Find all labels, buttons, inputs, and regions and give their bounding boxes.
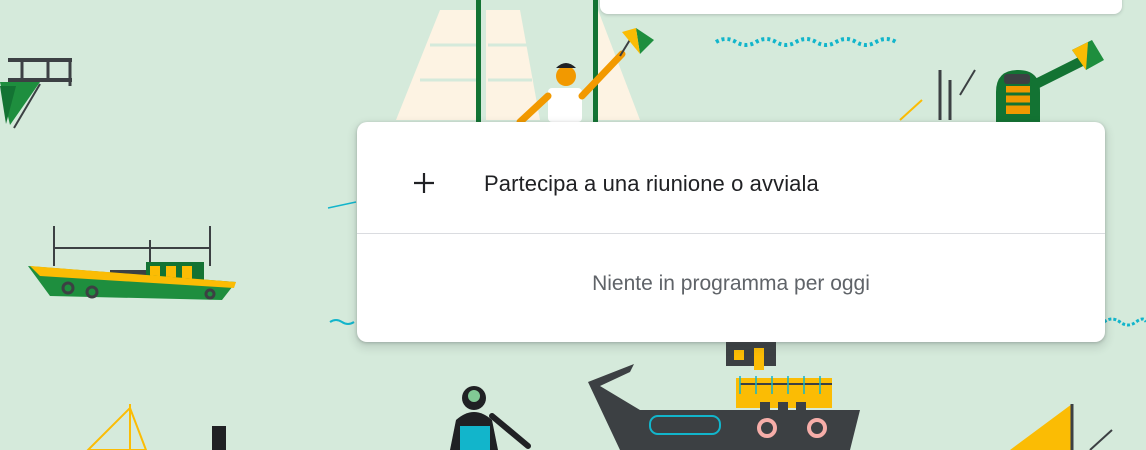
sail-illustration	[1010, 404, 1113, 450]
tugboat-illustration	[588, 342, 860, 450]
join-meeting-label: Partecipa a una riunione o avviala	[484, 171, 819, 196]
join-or-start-meeting-button[interactable]: Partecipa a una riunione o avviala	[357, 122, 1105, 232]
waves-illustration	[714, 37, 898, 47]
pier-illustration	[0, 58, 72, 129]
divider	[357, 233, 1105, 234]
no-meetings-message: Niente in programma per oggi	[592, 272, 870, 295]
mast-illustration	[86, 404, 226, 450]
diver-illustration	[450, 386, 531, 450]
top-panel-card	[600, 0, 1122, 14]
ferry-boat-illustration	[28, 226, 236, 300]
lookout-illustration	[899, 40, 1104, 122]
sailboat-illustration	[396, 0, 640, 122]
meeting-card: Partecipa a una riunione o avviala Nient…	[357, 122, 1105, 342]
plus-icon	[414, 173, 434, 193]
